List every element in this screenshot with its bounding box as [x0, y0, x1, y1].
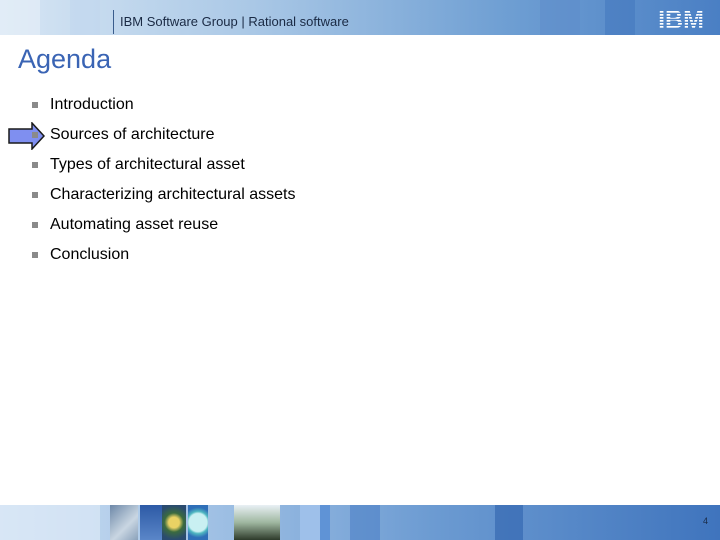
slide-footer: 4 — [0, 505, 720, 540]
agenda-item-label: Sources of architecture — [50, 126, 215, 143]
bullet-icon — [32, 222, 38, 228]
footer-decor-square — [0, 505, 100, 540]
footer-decor-square — [350, 505, 380, 540]
ibm-logo-text: IBM — [658, 6, 704, 31]
bullet-icon — [32, 132, 38, 138]
page-number: 4 — [702, 516, 708, 526]
header-decor-square — [540, 0, 580, 35]
current-item-arrow-icon — [8, 122, 45, 150]
slide-header: IBM Software Group | Rational software I… — [0, 0, 720, 35]
agenda-item-label: Characterizing architectural assets — [50, 186, 296, 203]
header-title: IBM Software Group | Rational software — [120, 14, 349, 29]
bullet-icon — [32, 192, 38, 198]
footer-photo-tile — [234, 505, 280, 540]
footer-decor-square — [300, 505, 320, 540]
bullet-icon — [32, 162, 38, 168]
footer-photo-tile — [162, 505, 186, 540]
agenda-item-label: Conclusion — [50, 246, 130, 263]
bullet-icon — [32, 252, 38, 258]
agenda-item-label: Types of architectural asset — [50, 156, 245, 173]
agenda-item-label: Automating asset reuse — [50, 216, 219, 233]
footer-decor-square — [495, 505, 523, 540]
header-decor-square — [605, 0, 635, 35]
bullet-icon — [32, 102, 38, 108]
footer-photo-tile — [188, 505, 208, 540]
slide-title: Agenda — [18, 44, 112, 74]
footer-decor-square — [320, 505, 330, 540]
footer-photo-tile — [140, 505, 162, 540]
header-divider — [113, 10, 114, 34]
ibm-logo-icon: IBM — [658, 6, 704, 31]
header-decor-square — [0, 0, 40, 35]
header-decor-square — [70, 0, 100, 35]
footer-photo-tile — [110, 505, 138, 540]
agenda-item-label: Introduction — [50, 96, 134, 113]
